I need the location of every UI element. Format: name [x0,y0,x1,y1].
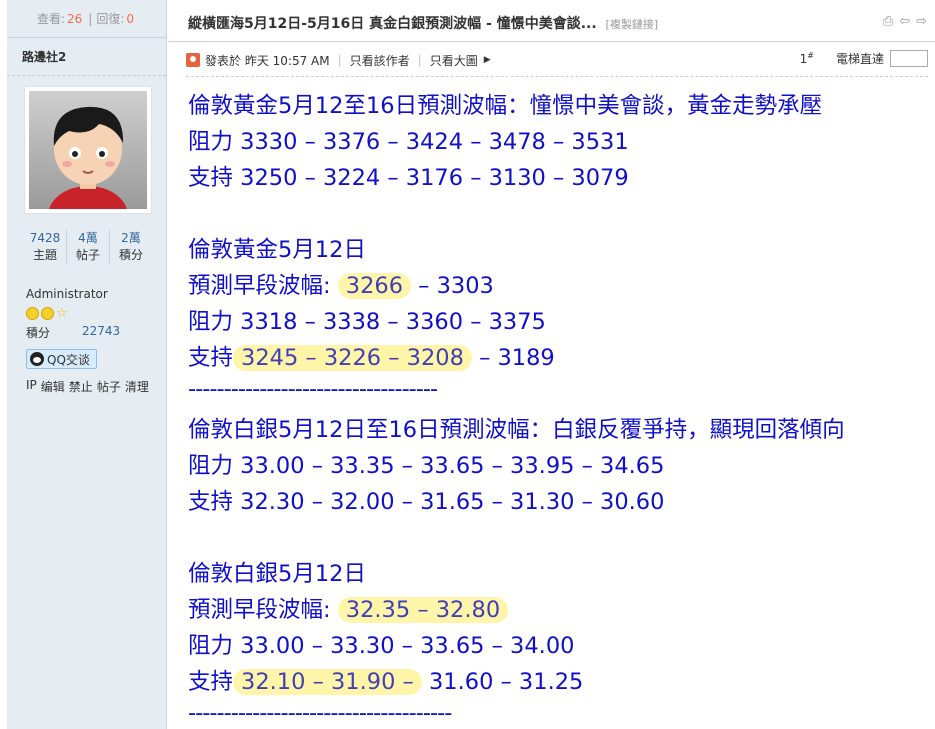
user-online-icon [186,53,200,67]
gold-day-support: 支持 3245 – 3226 – 3208 – 3189 [188,340,933,376]
admin-link-posts[interactable]: 帖子 [97,378,121,395]
thread-title: 縱橫匯海5月12日-5月16日 真金白銀預測波幅 - 憧憬中美會談... [複製… [188,13,658,33]
avatar-icon [49,106,127,209]
sun-icon [41,307,54,320]
highlight: 32.10 – 31.90 – [233,669,422,695]
highlight: 3245 – 3226 – 3208 [233,345,472,371]
replies-count: 0 [126,11,135,26]
support-rest: 31.60 – 31.25 [428,669,584,695]
thread-header: 縱橫匯海5月12日-5月16日 真金白銀預測波幅 - 憧憬中美會談... [複製… [168,0,935,42]
highlight: 32.35 – 32.80 [337,597,509,623]
gold-day-title: 倫敦黃金5月12日 [188,237,366,263]
stat-label: 帖子 [75,248,100,262]
text-divider: ------------------------------------- [188,700,452,726]
admin-link-clean[interactable]: 清理 [125,378,149,395]
range-label: 預測早段波幅: [188,273,331,299]
admin-link-ban[interactable]: 禁止 [69,378,93,395]
qq-penguin-icon [30,352,44,366]
forward-icon[interactable]: ⇨ [916,14,927,29]
back-icon[interactable]: ⇦ [899,14,910,29]
sun-icon [26,307,39,320]
print-icon[interactable]: ⎙ [883,14,893,29]
gold-week-resistance: 阻力 3330 – 3376 – 3424 – 3478 – 3531 [188,129,629,155]
user-stat-posts[interactable]: 4萬 帖子 [67,230,110,264]
star-icon: ☆ [56,306,68,321]
range-label: 預測早段波幅: [188,597,331,623]
post-content: 倫敦黃金5月12至16日預測波幅：憧憬中美會談，黃金走勢承壓 阻力 3330 –… [188,88,933,729]
jump-label: 電梯直達 [835,52,884,66]
stats-separator: | [88,11,93,26]
post-meta: 發表於 昨天 10:57 AM | 只看該作者 | 只看大圖 ▶ 1# 電梯直達 [186,50,928,70]
silver-week-resistance: 阻力 33.00 – 33.35 – 33.65 – 33.95 – 34.65 [188,453,665,479]
caret-right-icon[interactable]: ▶ [484,55,491,65]
silver-day-range: 預測早段波幅: 32.35 – 32.80 [188,592,933,628]
gold-week-support: 支持 3250 – 3224 – 3176 – 3130 – 3079 [188,165,629,191]
silver-day-title: 倫敦白銀5月12日 [188,561,366,587]
meta-separator: | [337,53,342,67]
stat-label: 主題 [32,248,57,262]
only-author-link[interactable]: 只看該作者 [350,52,410,69]
post-time: 發表於 昨天 10:57 AM [205,53,330,68]
user-stat-points[interactable]: 2萬 積分 [110,230,152,264]
meta-separator: | [417,53,422,67]
header-tools: ⎙ ⇦ ⇨ [883,14,927,29]
thread-title-text: 縱橫匯海5月12日-5月16日 真金白銀預測波幅 - 憧憬中美會談... [188,16,597,32]
user-points: 積分 22743 [26,324,166,341]
user-role[interactable]: Administrator [26,287,166,301]
gold-day-range: 預測早段波幅: 3266 – 3303 [188,268,933,304]
user-stat-topics[interactable]: 7428 主題 [24,230,67,264]
admin-links: IP 编辑 禁止 帖子 清理 [26,378,166,395]
silver-day-support: 支持 32.10 – 31.90 – 31.60 – 31.25 [188,664,933,700]
points-value: 22743 [82,324,121,338]
meta-divider [186,76,928,77]
qq-chat-button[interactable]: QQ交谈 [26,349,97,369]
silver-day-resistance: 阻力 33.00 – 33.30 – 33.65 – 34.00 [188,633,575,659]
stat-value: 2萬 [121,231,141,245]
floor-jump-input[interactable] [890,50,928,67]
avatar-image [29,91,147,209]
views-count: 26 [67,11,83,26]
silver-week-title: 倫敦白銀5月12日至16日預測波幅：白銀反覆爭持，顯現回落傾向 [188,417,845,443]
stat-label: 積分 [118,248,143,262]
silver-week-support: 支持 32.30 – 32.00 – 31.65 – 31.30 – 30.60 [188,489,665,515]
avatar[interactable] [24,86,152,214]
points-label: 積分 [26,326,51,340]
gold-day-resistance: 阻力 3318 – 3338 – 3360 – 3375 [188,309,546,335]
floor-jump: 1# 電梯直達 [800,50,928,67]
range-rest: – 3303 [418,273,494,299]
replies-label: 回復: [96,12,125,26]
author-sidebar: 查看: 26 | 回復: 0 路邊社2 7428 主題 4萬 帖子 2萬 積分 … [7,0,167,729]
author-name[interactable]: 路邊社2 [7,38,166,76]
user-rank-icons: ☆ [26,307,166,320]
support-rest: – 3189 [479,345,555,371]
admin-link-ip[interactable]: IP [26,378,37,395]
admin-link-edit[interactable]: 编辑 [41,378,65,395]
gold-week-title: 倫敦黃金5月12至16日預測波幅：憧憬中美會談，黃金走勢承壓 [188,93,823,119]
big-image-link[interactable]: 只看大圖 [430,52,478,69]
user-stats: 7428 主題 4萬 帖子 2萬 積分 [24,230,152,264]
floor-number[interactable]: 1# [800,51,814,66]
qq-chat-label: QQ交谈 [47,352,90,367]
support-label: 支持 [188,669,234,695]
text-divider: ----------------------------------- [188,376,438,402]
stat-value: 4萬 [78,231,98,245]
highlight: 3266 [337,273,412,299]
views-label: 查看: [36,12,66,26]
copy-link[interactable]: [複製鏈接] [606,18,659,31]
stat-value: 7428 [29,231,61,245]
thread-stats: 查看: 26 | 回復: 0 [7,0,166,38]
support-label: 支持 [188,345,234,371]
